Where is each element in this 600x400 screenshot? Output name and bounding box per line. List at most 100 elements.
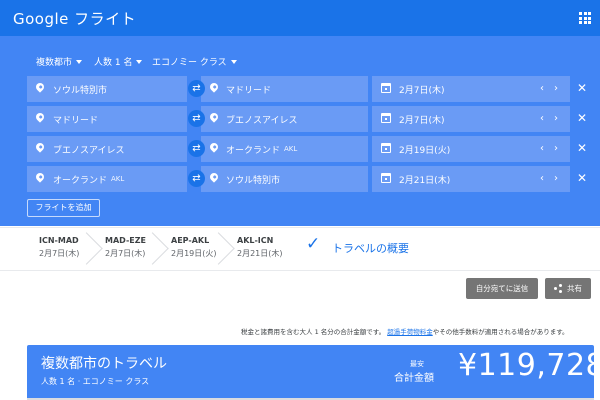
location-pin-icon [34,141,46,153]
origin-field[interactable]: ブエノスアイレス [27,136,187,162]
chevron-left-icon[interactable]: ‹ [538,113,546,125]
step-item[interactable]: ICN-MAD 2月7日(木) [27,228,93,270]
trip-type-select[interactable]: 複数都市 [36,55,83,68]
destination-field[interactable]: オークランド AKL [201,136,368,162]
destination-value: オークランド [226,145,281,156]
send-to-self-button[interactable]: 自分宛てに送信 [466,278,538,299]
date-value: 2月19日(火) [399,145,451,156]
chevron-right-icon[interactable]: › [552,83,560,95]
swap-icon[interactable]: ⇄ [188,170,205,187]
destination-field[interactable]: マドリード [201,76,368,102]
step-item[interactable]: AEP-AKL 2月19日(火) [159,228,225,270]
date-field[interactable]: 2月7日(木) ‹ › [372,76,570,102]
remove-leg-close-icon[interactable]: ✕ [575,141,589,155]
date-value: 2月21日(木) [399,175,451,186]
origin-value: マドリード [53,115,99,126]
trip-result-card[interactable]: 複数都市のトラベル 人数 1 名 · エコノミー クラス 最安 合計金額 ¥11… [27,345,600,400]
step-route: MAD-EZE [105,236,146,245]
flight-leg-row: マドリード ⇄ ブエノスアイレス 2月7日(木) ‹ › ✕ [27,106,587,132]
apps-grid-icon[interactable] [579,12,591,24]
destination-field[interactable]: ソウル特別市 [201,166,368,192]
location-pin-icon [208,171,220,183]
chevron-left-icon[interactable]: ‹ [538,83,546,95]
swap-icon[interactable]: ⇄ [188,110,205,127]
top-bar: Google フライト [0,0,600,36]
chevron-left-icon[interactable]: ‹ [538,173,546,185]
step-route: AKL-ICN [237,236,274,245]
share-button[interactable]: 共有 [545,278,591,299]
date-field[interactable]: 2月21日(木) ‹ › [372,166,570,192]
share-icon [554,284,562,293]
chevron-right-icon[interactable]: › [552,173,560,185]
step-route: ICN-MAD [39,236,79,245]
total-price: ¥119,728 [458,348,600,383]
result-title: 複数都市のトラベル [41,356,167,372]
location-pin-icon [34,111,46,123]
calendar-icon [381,83,391,93]
origin-value: ソウル特別市 [53,85,108,96]
swap-icon[interactable]: ⇄ [188,140,205,157]
swap-icon[interactable]: ⇄ [188,80,205,97]
note-suffix: やその他手数料が適用される場合があります。 [432,328,569,336]
remove-leg-close-icon[interactable]: ✕ [575,111,589,125]
location-pin-icon [34,81,46,93]
passengers-select[interactable]: 人数 1 名 [94,55,143,68]
cabin-value: エコノミー クラス [152,58,227,68]
chevron-right-icon[interactable]: › [552,143,560,155]
flight-leg-row: オークランド AKL ⇄ ソウル特別市 2月21日(木) ‹ › ✕ [27,166,587,192]
step-date: 2月21日(木) [237,249,283,258]
remove-leg-close-icon[interactable]: ✕ [575,81,589,95]
location-pin-icon [208,81,220,93]
calendar-icon [381,113,391,123]
destination-code: AKL [284,145,298,153]
search-panel: 複数都市 人数 1 名 エコノミー クラス ソウル特別市 ⇄ マドリード 2月7… [0,36,600,226]
origin-field[interactable]: オークランド AKL [27,166,187,192]
checkmark-icon: ✓ [306,234,321,254]
destination-value: マドリード [226,85,272,96]
travel-summary-tab[interactable]: トラベルの概要 [332,240,409,256]
origin-field[interactable]: ソウル特別市 [27,76,187,102]
baggage-fee-link[interactable]: 超過手荷物料金 [387,328,433,336]
step-route: AEP-AKL [171,236,210,245]
location-pin-icon [34,171,46,183]
step-date: 2月7日(木) [39,249,80,258]
step-item[interactable]: MAD-EZE 2月7日(木) [93,228,159,270]
step-date: 2月19日(火) [171,249,217,258]
flight-leg-row: ブエノスアイレス ⇄ オークランド AKL 2月19日(火) ‹ › ✕ [27,136,587,162]
location-pin-icon [208,141,220,153]
add-flight-button[interactable]: フライトを追加 [27,199,100,217]
date-field[interactable]: 2月19日(火) ‹ › [372,136,570,162]
remove-leg-close-icon[interactable]: ✕ [575,171,589,185]
step-date: 2月7日(木) [105,249,146,258]
chevron-left-icon[interactable]: ‹ [538,143,546,155]
destination-value: ブエノスアイレス [226,115,298,126]
date-value: 2月7日(木) [399,115,445,126]
calendar-icon [381,173,391,183]
destination-value: ソウル特別市 [226,175,281,186]
caret-down-icon [76,59,83,64]
price-note: 税金と諸費用を含む大人 1 名分の合計金額です。 超過手荷物料金やその他手数料が… [241,326,569,336]
caret-down-icon [136,59,143,64]
calendar-icon [381,143,391,153]
date-field[interactable]: 2月7日(木) ‹ › [372,106,570,132]
note-prefix: 税金と諸費用を含む大人 1 名分の合計金額です。 [241,328,386,336]
chevron-right-icon[interactable]: › [552,113,560,125]
result-subtitle: 人数 1 名 · エコノミー クラス [41,377,150,386]
trip-type-value: 複数都市 [36,58,73,68]
total-label: 合計金額 [394,373,434,384]
step-item[interactable]: AKL-ICN 2月21日(木) [225,228,291,270]
caret-down-icon [230,59,237,64]
flight-leg-row: ソウル特別市 ⇄ マドリード 2月7日(木) ‹ › ✕ [27,76,587,102]
cabin-select[interactable]: エコノミー クラス [152,55,237,68]
passengers-value: 人数 1 名 [94,58,133,68]
cheapest-label: 最安 [410,360,424,368]
origin-value: オークランド [53,175,108,186]
date-value: 2月7日(木) [399,85,445,96]
origin-field[interactable]: マドリード [27,106,187,132]
origin-code: AKL [111,175,125,183]
destination-field[interactable]: ブエノスアイレス [201,106,368,132]
itinerary-steps: ICN-MAD 2月7日(木) MAD-EZE 2月7日(木) AEP-AKL … [27,228,293,270]
location-pin-icon [208,111,220,123]
share-label: 共有 [567,284,582,293]
app-title[interactable]: Google フライト [13,8,136,29]
